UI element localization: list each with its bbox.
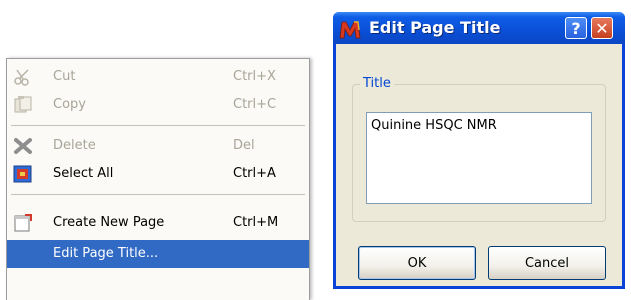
copy-icon bbox=[13, 96, 33, 114]
menu-separator bbox=[11, 125, 305, 126]
new-page-icon bbox=[13, 214, 33, 232]
edit-page-title-dialog: Edit Page Title ? ✕ Title Quinine HSQC N… bbox=[333, 12, 625, 289]
title-textarea[interactable]: Quinine HSQC NMR bbox=[366, 112, 592, 204]
menu-item-label: Copy bbox=[53, 97, 86, 112]
close-icon: ✕ bbox=[595, 18, 609, 38]
menu-item-shortcut: Ctrl+X bbox=[233, 69, 276, 84]
menu-item-label: Edit Page Title... bbox=[53, 246, 159, 261]
ok-button-label: OK bbox=[407, 255, 427, 271]
menu-item-shortcut: Del bbox=[233, 138, 255, 153]
dialog-titlebar[interactable]: Edit Page Title ? ✕ bbox=[333, 12, 625, 44]
delete-x-icon bbox=[13, 137, 33, 155]
menu-item-label: Create New Page bbox=[53, 215, 165, 230]
cancel-button[interactable]: Cancel bbox=[488, 246, 606, 280]
menu-item-select-all[interactable]: Select All Ctrl+A bbox=[7, 160, 309, 188]
scissors-icon bbox=[13, 68, 33, 86]
menu-item-delete[interactable]: Delete Del bbox=[7, 132, 309, 160]
dialog-title: Edit Page Title bbox=[369, 18, 501, 37]
menu-item-shortcut: Ctrl+C bbox=[233, 97, 277, 112]
ok-button[interactable]: OK bbox=[358, 246, 476, 280]
menu-item-copy[interactable]: Copy Ctrl+C bbox=[7, 91, 309, 119]
menu-item-label: Select All bbox=[53, 166, 114, 181]
menu-item-shortcut: Ctrl+A bbox=[233, 166, 276, 181]
context-menu: Cut Ctrl+X Copy Ctrl+C Delete Del Select… bbox=[6, 58, 310, 300]
title-group-label: Title bbox=[360, 76, 394, 91]
cancel-button-label: Cancel bbox=[524, 255, 570, 271]
question-mark-icon: ? bbox=[571, 18, 581, 38]
app-logo-icon bbox=[339, 19, 361, 39]
menu-item-shortcut: Ctrl+M bbox=[233, 215, 279, 230]
menu-item-cut[interactable]: Cut Ctrl+X bbox=[7, 63, 309, 91]
menu-item-edit-page-title[interactable]: Edit Page Title... bbox=[7, 240, 309, 268]
select-all-icon bbox=[13, 165, 33, 183]
menu-item-create-new-page[interactable]: Create New Page Ctrl+M bbox=[7, 209, 309, 237]
close-button[interactable]: ✕ bbox=[591, 17, 613, 39]
menu-item-label: Cut bbox=[53, 69, 76, 84]
menu-item-label: Delete bbox=[53, 138, 96, 153]
menu-separator bbox=[11, 194, 305, 195]
help-button[interactable]: ? bbox=[565, 17, 587, 39]
